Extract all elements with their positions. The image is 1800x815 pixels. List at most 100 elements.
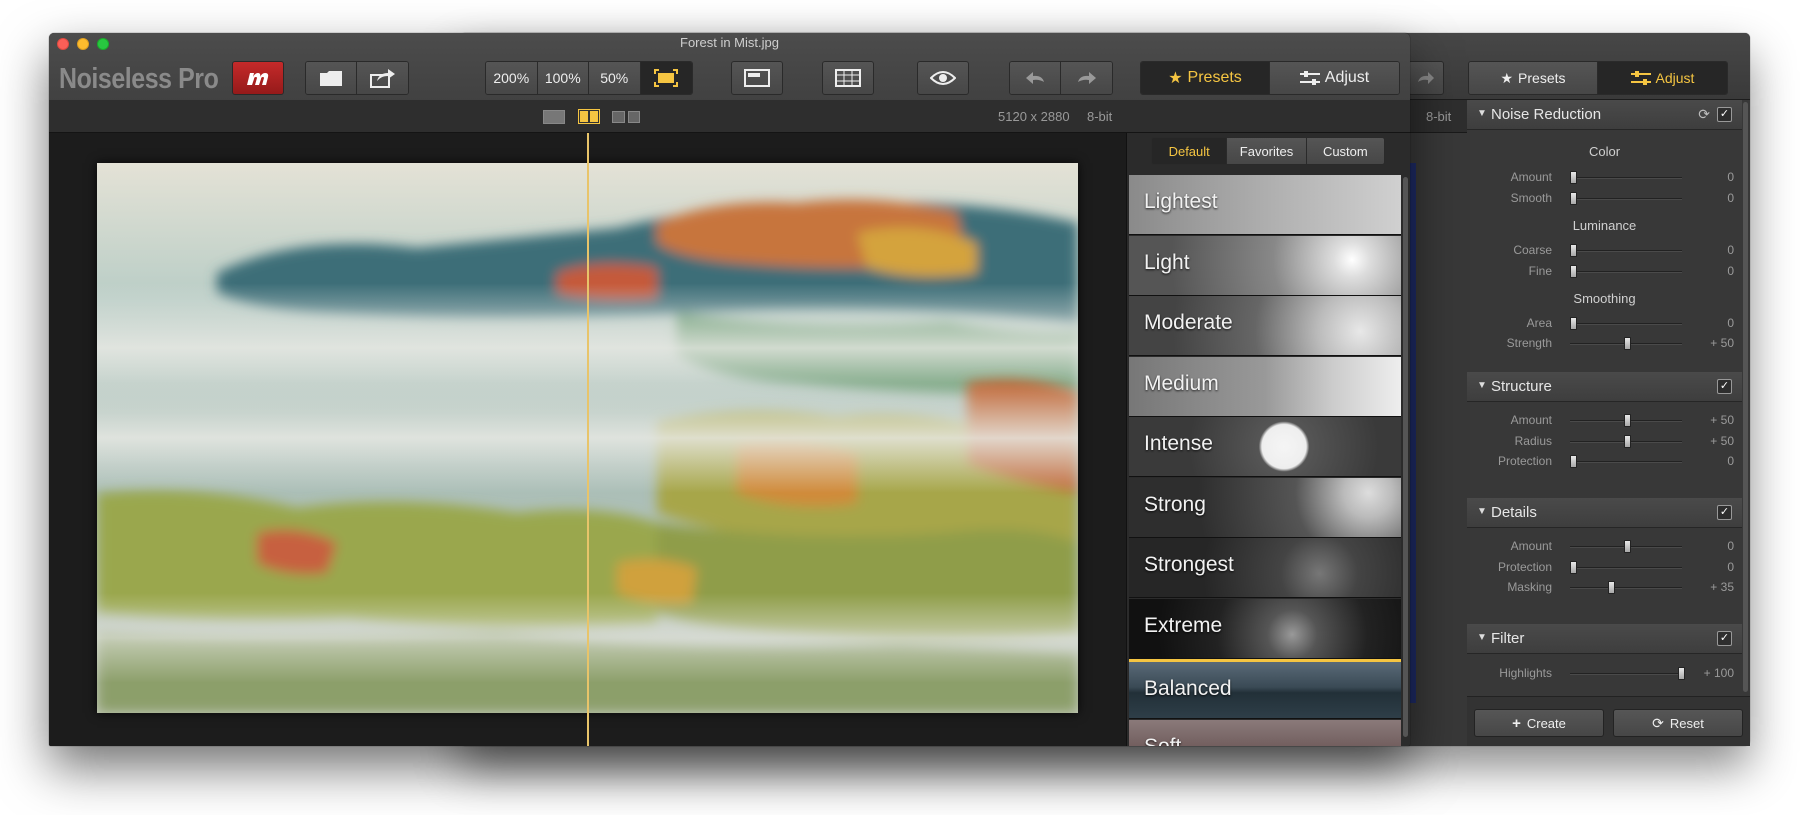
redo-button[interactable] <box>1408 61 1444 95</box>
zoom-controls: 200% 100% 50% <box>485 61 693 95</box>
reset-button[interactable]: ⟳ Reset <box>1613 709 1743 737</box>
slider-handle[interactable] <box>1624 435 1631 448</box>
grid-button[interactable] <box>822 61 874 95</box>
adjust-panel: ▼ Noise Reduction ⟳ ✓ Color Amount 0 Smoot… <box>1467 100 1750 746</box>
slider-handle[interactable] <box>1624 337 1631 350</box>
section-structure-header[interactable]: ▼ Structure ✓ <box>1467 372 1742 402</box>
slider-track[interactable] <box>1570 198 1682 200</box>
preset-strong[interactable]: Strong <box>1129 477 1401 538</box>
share-button[interactable] <box>357 62 408 94</box>
preset-medium[interactable]: Medium <box>1129 356 1401 417</box>
section-details-header[interactable]: ▼ Details ✓ <box>1467 498 1742 528</box>
slider-handle[interactable] <box>1624 540 1631 553</box>
slider-handle[interactable] <box>1570 171 1577 184</box>
slider-track[interactable] <box>1570 567 1682 569</box>
info-bar: 5120 x 2880 8-bit <box>49 100 1410 133</box>
slider-track[interactable] <box>1570 673 1682 675</box>
tab-default[interactable]: Default <box>1152 138 1228 164</box>
slider-handle[interactable] <box>1678 667 1685 680</box>
presets-scrollbar[interactable] <box>1403 177 1408 737</box>
preview-button[interactable] <box>917 61 969 95</box>
preset-moderate[interactable]: Moderate <box>1129 296 1401 356</box>
split-view-mode-icon[interactable] <box>578 109 600 124</box>
presets-panel: Default Favorites Custom Lightest Light Mo… <box>1126 133 1410 746</box>
structure-checkbox[interactable]: ✓ <box>1717 379 1732 394</box>
preset-label: Intense <box>1144 432 1213 455</box>
slider-handle[interactable] <box>1570 192 1577 205</box>
slider-value: 0 <box>1727 560 1734 574</box>
slider-label: Highlights <box>1499 666 1552 680</box>
zoom-200-button[interactable]: 200% <box>486 62 538 94</box>
undo-button[interactable] <box>1010 62 1062 94</box>
tab-presets-secondary[interactable]: ★ Presets <box>1469 62 1598 94</box>
tab-custom[interactable]: Custom <box>1306 138 1384 164</box>
section-filter-header[interactable]: ▼ Filter ✓ <box>1467 624 1742 654</box>
tab-adjust-secondary[interactable]: Adjust <box>1598 62 1727 94</box>
details-checkbox[interactable]: ✓ <box>1717 505 1732 520</box>
single-view-icon <box>744 69 770 87</box>
side-by-side-mode-icon[interactable] <box>612 111 640 123</box>
slider-handle[interactable] <box>1624 414 1631 427</box>
slider-label: Radius <box>1514 434 1552 448</box>
slider-label: Masking <box>1507 580 1552 594</box>
slider-handle[interactable] <box>1570 317 1577 330</box>
preset-balanced[interactable]: Balanced <box>1129 659 1401 719</box>
slider-radius: Radius + 50 <box>1467 431 1742 451</box>
refresh-icon[interactable]: ⟳ <box>1698 106 1710 123</box>
slider-track[interactable] <box>1570 323 1682 325</box>
grid-icon <box>835 69 861 87</box>
preset-light[interactable]: Light <box>1129 235 1401 296</box>
preset-soft[interactable]: Soft <box>1129 719 1401 746</box>
single-view-mode-icon[interactable] <box>543 110 565 124</box>
view-mode-button[interactable] <box>731 61 783 95</box>
preset-label: Balanced <box>1144 677 1232 700</box>
mode-tabs: ★ Presets Adjust <box>1140 61 1400 95</box>
slider-value: 0 <box>1727 191 1734 205</box>
preset-label: Light <box>1144 250 1190 274</box>
slider-amount: Amount 0 <box>1467 167 1742 187</box>
slider-handle[interactable] <box>1570 265 1577 278</box>
zoom-fit-button[interactable] <box>640 62 692 94</box>
slider-handle[interactable] <box>1570 244 1577 257</box>
file-actions <box>305 61 409 95</box>
tab-presets[interactable]: ★ Presets <box>1141 62 1270 94</box>
preset-strongest[interactable]: Strongest <box>1129 538 1401 598</box>
split-divider[interactable] <box>587 133 589 746</box>
slider-track[interactable] <box>1570 271 1682 273</box>
window-title: Forest in Mist.jpg <box>680 35 779 50</box>
slider-track[interactable] <box>1570 461 1682 463</box>
star-icon: ★ <box>1500 69 1514 86</box>
reset-icon: ⟳ <box>1652 714 1664 731</box>
slider-handle[interactable] <box>1607 581 1615 594</box>
tab-adjust[interactable]: Adjust <box>1270 62 1399 94</box>
slider-label: Protection <box>1497 560 1552 574</box>
open-button[interactable] <box>306 62 358 94</box>
slider-track[interactable] <box>1570 587 1682 589</box>
image-canvas[interactable] <box>49 133 1129 746</box>
zoom-50-button[interactable]: 50% <box>589 62 641 94</box>
slider-coarse: Coarse 0 <box>1467 240 1742 260</box>
slider-track[interactable] <box>1570 250 1682 252</box>
slider-protection: Protection 0 <box>1467 557 1742 577</box>
slider-label: Coarse <box>1513 243 1552 257</box>
tab-favorites[interactable]: Favorites <box>1227 138 1307 164</box>
preset-intense[interactable]: Intense <box>1129 417 1401 477</box>
plus-icon: + <box>1512 714 1521 732</box>
slider-handle[interactable] <box>1570 455 1577 468</box>
filter-checkbox[interactable]: ✓ <box>1717 631 1732 646</box>
fit-screen-icon <box>654 69 679 87</box>
slider-fine: Fine 0 <box>1467 261 1742 281</box>
slider-handle[interactable] <box>1570 561 1577 574</box>
zoom-100-button[interactable]: 100% <box>537 62 589 94</box>
slider-masking: Masking + 35 <box>1467 577 1742 597</box>
adjust-scrollbar[interactable] <box>1743 102 1748 692</box>
noise-reduction-checkbox[interactable]: ✓ <box>1717 107 1732 122</box>
create-button[interactable]: + Create <box>1474 709 1604 737</box>
slider-label: Protection <box>1497 454 1552 468</box>
preset-lightest[interactable]: Lightest <box>1129 175 1401 235</box>
slider-track[interactable] <box>1570 177 1682 179</box>
section-noise-reduction-header[interactable]: ▼ Noise Reduction ⟳ ✓ <box>1467 100 1742 130</box>
preset-extreme[interactable]: Extreme <box>1129 598 1401 659</box>
macphun-button[interactable] <box>232 61 284 95</box>
redo-button[interactable] <box>1061 62 1112 94</box>
